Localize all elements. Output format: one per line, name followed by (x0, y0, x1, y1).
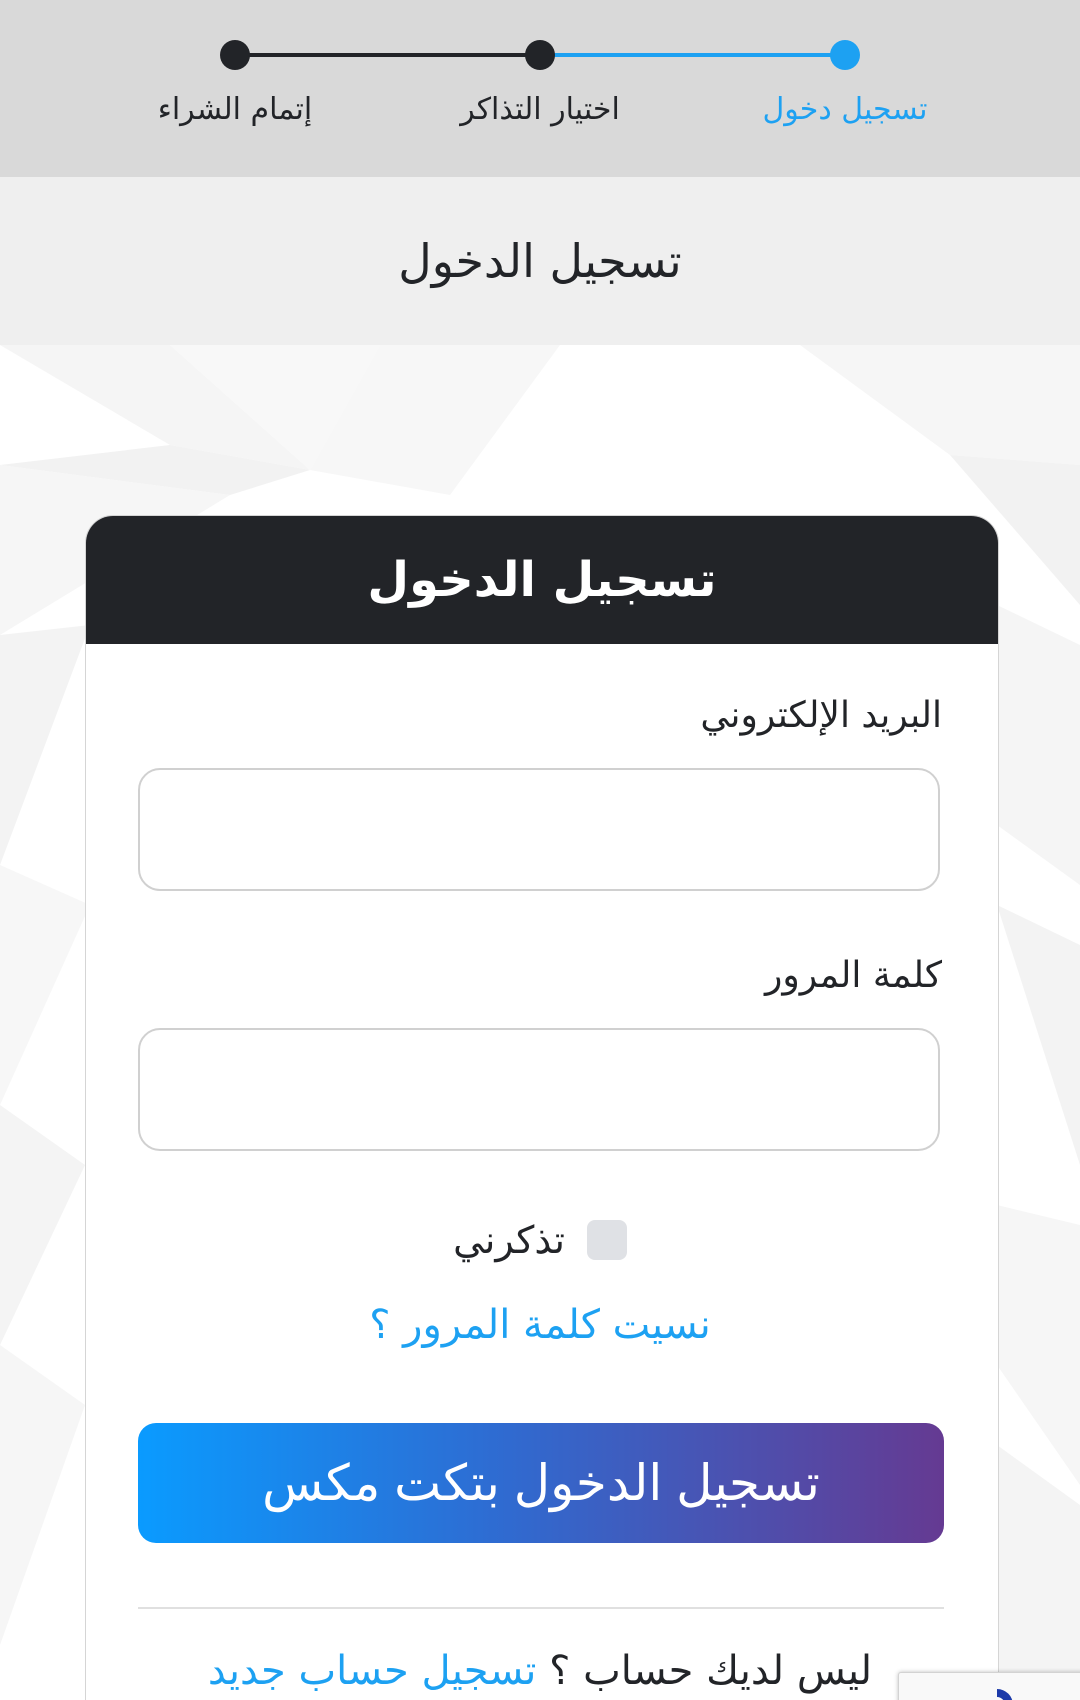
step-dot-checkout (220, 40, 250, 70)
page-title: تسجيل الدخول (398, 234, 682, 288)
login-submit-button[interactable]: تسجيل الدخول بتكت مكس (138, 1423, 944, 1543)
register-link[interactable]: تسجيل حساب جديد (208, 1648, 537, 1694)
step-label-login: تسجيل دخول (762, 92, 928, 127)
password-field[interactable] (138, 1028, 940, 1151)
remember-me-row: تذكرني (0, 1218, 1080, 1262)
step-dot-tickets (525, 40, 555, 70)
recaptcha-badge[interactable] (898, 1672, 1080, 1700)
email-label: البريد الإلكتروني (700, 695, 942, 736)
password-label: كلمة المرور (764, 955, 942, 996)
recaptcha-icon (997, 1689, 1013, 1700)
remember-me-checkbox[interactable] (586, 1220, 627, 1260)
card-divider (138, 1607, 944, 1609)
forgot-password-link[interactable]: نسيت كلمة المرور ؟ (0, 1302, 1080, 1348)
step-dot-login (830, 40, 860, 70)
email-field[interactable] (138, 768, 940, 891)
checkout-stepper: تسجيل دخول اختيار التذاكر إتمام الشراء (0, 0, 1080, 177)
login-card-header: تسجيل الدخول (86, 516, 998, 644)
step-label-checkout: إتمام الشراء (157, 92, 313, 127)
register-prompt: ليس لديك حساب ؟ (549, 1648, 873, 1694)
page-header: تسجيل الدخول (0, 177, 1080, 345)
remember-me-label[interactable]: تذكرني (453, 1218, 565, 1262)
stepper-line-active (540, 53, 845, 57)
step-label-tickets: اختيار التذاكر (460, 92, 620, 127)
stepper-line-inactive (235, 53, 540, 57)
login-card-title: تسجيل الدخول (367, 552, 717, 608)
